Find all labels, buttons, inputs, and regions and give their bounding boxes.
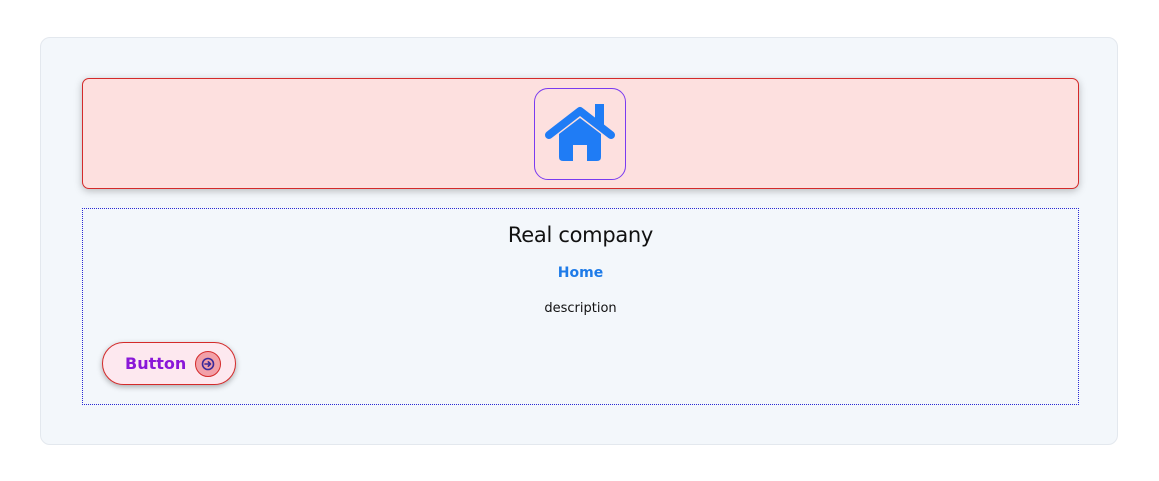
description-text: description [544,301,617,316]
home-icon [543,102,617,167]
action-button[interactable]: Button [102,342,236,385]
content-section: Real company Home description Button [82,208,1079,405]
button-label: Button [125,354,187,373]
page-title: Real company [507,223,654,247]
arrow-circle-right-icon [195,350,222,377]
subtitle-home: Home [557,265,604,281]
home-icon-frame[interactable] [534,88,626,180]
